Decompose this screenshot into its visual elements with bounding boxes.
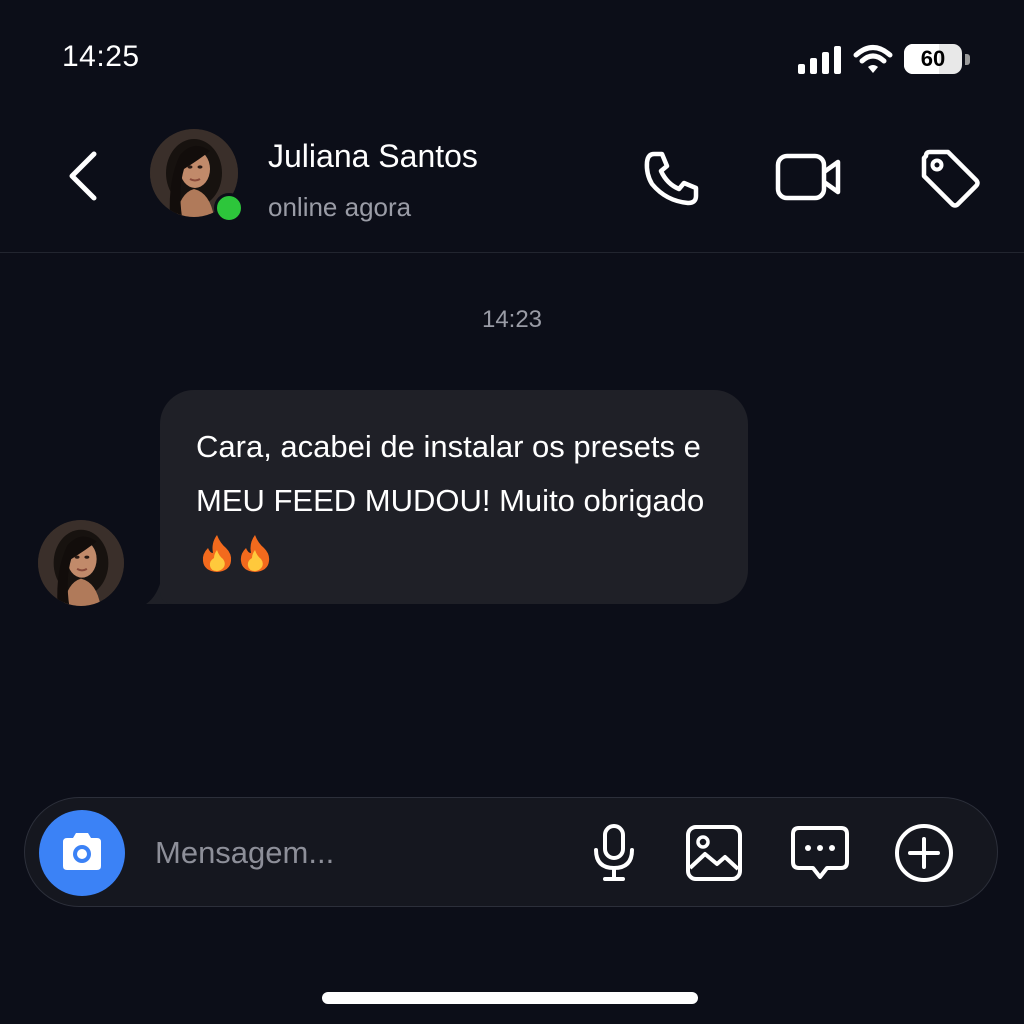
battery-body: 60 <box>904 44 962 74</box>
tag-icon <box>921 149 980 208</box>
video-camera-icon <box>775 153 841 201</box>
add-icon <box>895 824 953 882</box>
add-attachment-button[interactable] <box>893 822 955 884</box>
fire-emoji <box>240 535 270 572</box>
wifi-icon <box>853 45 893 73</box>
battery-indicator: 60 <box>904 44 970 76</box>
voice-call-button[interactable] <box>640 146 704 210</box>
message-input[interactable] <box>153 828 557 878</box>
status-time: 14:25 <box>62 40 140 73</box>
camera-button[interactable] <box>39 810 125 896</box>
signal-icon <box>798 46 841 74</box>
sticker-button[interactable] <box>789 822 851 884</box>
status-bar: 14:25 60 <box>0 0 1024 120</box>
message-bubble-incoming[interactable]: Cara, acabei de instalar os presets e ME… <box>160 390 748 604</box>
gallery-button[interactable] <box>683 822 745 884</box>
battery-tip <box>965 54 970 65</box>
message-composer <box>24 797 998 907</box>
video-call-button[interactable] <box>774 146 841 210</box>
message-text-body: Cara, acabei de instalar os presets e ME… <box>196 429 705 518</box>
back-button[interactable] <box>58 146 108 206</box>
label-button[interactable] <box>918 146 982 210</box>
message-timestamp: 14:23 <box>481 306 543 333</box>
fire-emoji <box>202 535 232 572</box>
sender-avatar[interactable] <box>38 520 124 606</box>
chat-screen: 14:25 60 Juliana Santos online agora 14:… <box>0 0 1024 1024</box>
image-icon <box>686 825 742 881</box>
sticker-message-icon <box>791 826 849 879</box>
battery-level: 60 <box>920 46 946 71</box>
contact-name[interactable]: Juliana Santos <box>268 138 478 175</box>
back-icon <box>69 151 97 201</box>
microphone-icon <box>594 824 634 881</box>
home-indicator[interactable] <box>322 992 698 1004</box>
phone-icon <box>644 151 699 206</box>
camera-icon <box>63 833 101 870</box>
contact-status: online agora <box>268 192 412 222</box>
message-text: Cara, acabei de instalar os presets e ME… <box>196 420 726 582</box>
online-status-dot <box>214 193 244 223</box>
chat-header: Juliana Santos online agora <box>0 120 1024 253</box>
avatar-photo <box>38 520 124 606</box>
voice-message-button[interactable] <box>583 822 645 884</box>
contact-avatar-button[interactable] <box>150 129 244 223</box>
